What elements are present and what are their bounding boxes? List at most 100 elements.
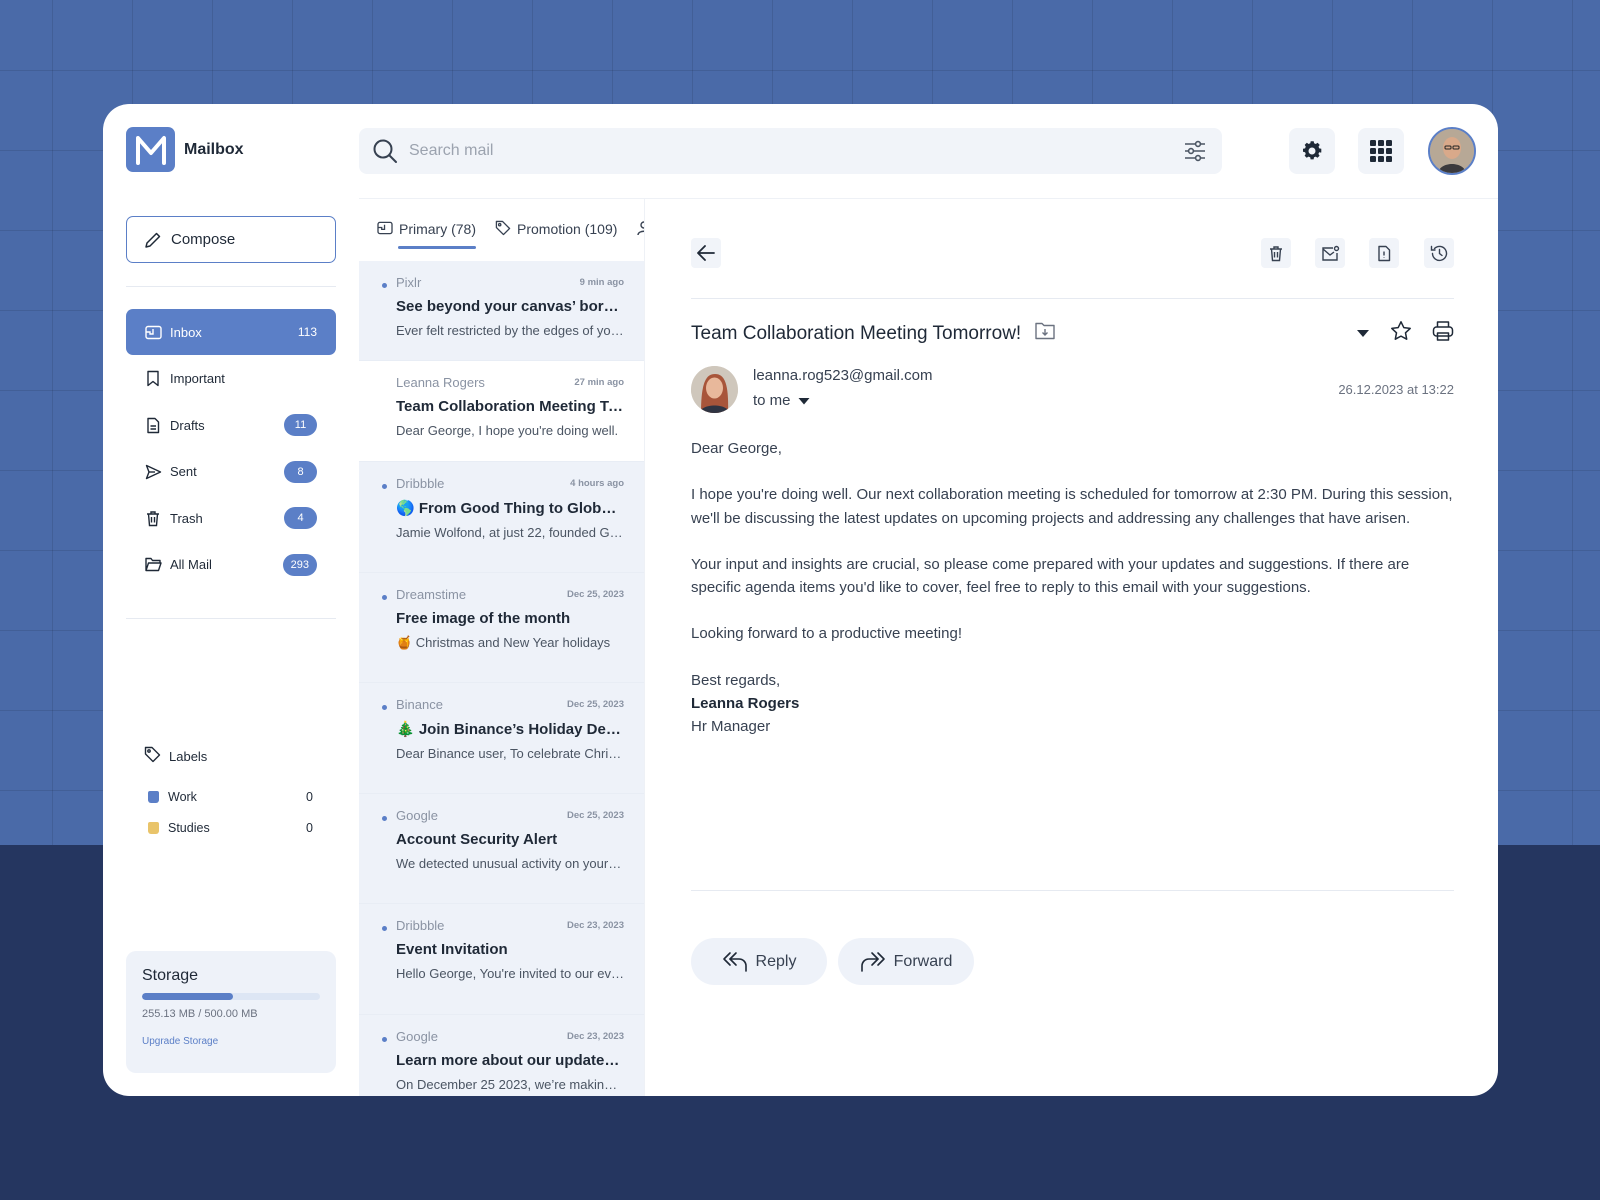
email-date: 26.12.2023 at 13:22: [1338, 382, 1454, 397]
star-button[interactable]: [1390, 320, 1412, 347]
signature-name: Leanna Rogers: [691, 695, 800, 713]
sidebar-item-label: Trash: [170, 510, 203, 526]
apps-grid-icon: [1370, 140, 1392, 162]
history-icon: [1430, 245, 1447, 261]
sidebar-item-drafts[interactable]: Drafts 11: [126, 402, 336, 448]
sidebar-item-label: All Mail: [170, 557, 212, 572]
tab-label: Promotion (109): [517, 221, 618, 237]
sidebar-item-trash[interactable]: Trash 4: [126, 495, 336, 541]
list-item[interactable]: Dreamstime Dec 25, 2023 Free image of the…: [359, 572, 644, 683]
labels-section: Labels Work 0 Studies 0: [126, 744, 336, 843]
label-item-work[interactable]: Work 0: [126, 781, 336, 812]
sidebar-item-important[interactable]: Important: [126, 356, 336, 402]
tab-primary[interactable]: Primary (78): [377, 218, 477, 249]
mail-sender: Dribbble: [396, 476, 445, 491]
filter-sliders-icon[interactable]: [1183, 139, 1207, 168]
file-alert-icon: [1378, 245, 1391, 261]
mail-subject: 🌎 From Good Thing to Global Brand: [396, 500, 624, 517]
mail-sender: Dreamstime: [396, 586, 467, 602]
bookmark-icon: [144, 370, 162, 388]
trash-icon: [144, 509, 162, 527]
unread-dot: [382, 594, 387, 600]
sidebar-divider: [126, 286, 336, 287]
storage-usage: 255.13 MB / 500.00 MB: [142, 1008, 258, 1020]
tab-promotion[interactable]: Promotion (109): [495, 218, 617, 240]
list-item[interactable]: Dribbble Dec 23, 2023 Event Invitation He…: [359, 904, 644, 1015]
trash-count-badge: 4: [284, 507, 317, 529]
email-list: Primary (78) Promotion (109) Pixlr 9 min …: [359, 199, 645, 1096]
sidebar-item-sent[interactable]: Sent 8: [126, 449, 336, 495]
mail-time: 9 min ago: [579, 277, 624, 288]
settings-button[interactable]: [1289, 128, 1335, 174]
back-button[interactable]: [691, 238, 721, 268]
mail-subject: Team Collaboration Meeting Tomorrow!: [396, 398, 624, 415]
list-item[interactable]: Binance Dec 25, 2023 🎄 Join Binance’s Hol…: [359, 683, 644, 794]
label-name: Studies: [168, 820, 210, 835]
printer-icon: [1432, 321, 1454, 341]
document-icon: [144, 416, 162, 434]
mail-sender: Binance: [396, 697, 443, 712]
list-item[interactable]: Google Dec 23, 2023 Learn more about our …: [359, 1014, 644, 1096]
apps-grid-button[interactable]: [1358, 128, 1404, 174]
snooze-button[interactable]: [1424, 238, 1454, 268]
mail-subject: Account Security Alert: [396, 830, 558, 848]
mail-time: Dec 25, 2023: [566, 699, 624, 710]
label-item-studies[interactable]: Studies 0: [126, 812, 336, 843]
mail-time: Dec 23, 2023: [566, 920, 624, 931]
sender-avatar-picture: [691, 366, 738, 413]
delete-button[interactable]: [1261, 238, 1291, 268]
list-item-selected[interactable]: Leanna Rogers 27 min ago Team Collaborati…: [359, 361, 644, 462]
app-name: Mailbox: [184, 140, 244, 158]
mail-preview: Ever felt restricted by the edges of you…: [396, 323, 624, 338]
mark-unread-button[interactable]: [1315, 238, 1345, 268]
label-name: Work: [168, 789, 197, 804]
mail-preview: Dear Binance user, To celebrate Christma…: [396, 746, 624, 761]
recipient-dropdown[interactable]: to me: [753, 392, 810, 409]
search-input[interactable]: [409, 128, 1149, 174]
tab-label: Primary (78): [399, 221, 477, 237]
reader-toolbar: [691, 231, 1454, 275]
mail-preview: Dear George, I hope you're doing well.: [396, 423, 619, 438]
more-options-dropdown[interactable]: [1356, 325, 1370, 343]
compose-button[interactable]: Compose: [126, 216, 336, 263]
unread-dot: [382, 926, 387, 931]
label-count: 0: [306, 789, 313, 804]
mail-sender: Pixlr: [396, 275, 422, 290]
gear-icon: [1303, 141, 1322, 160]
upgrade-storage-link[interactable]: Upgrade Storage: [142, 1036, 218, 1047]
pencil-icon: [145, 232, 161, 248]
list-item[interactable]: Pixlr 9 min ago See beyond your canvas’ b…: [359, 261, 644, 361]
reply-all-icon: [722, 951, 747, 972]
email-closing: Best regards,: [691, 671, 781, 689]
search-bar: [359, 128, 1222, 174]
signature-title: Hr Manager: [691, 718, 771, 736]
mail-preview: We detected unusual activity on your acc…: [396, 855, 624, 871]
list-item[interactable]: Dribbble 4 hours ago 🌎 From Good Thing to…: [359, 462, 644, 573]
inbox-icon: [377, 221, 393, 238]
reply-button[interactable]: Reply: [691, 938, 827, 985]
sidebar-divider: [126, 618, 336, 619]
list-item[interactable]: Google Dec 25, 2023 Account Security Aler…: [359, 793, 644, 904]
drafts-count-badge: 11: [284, 414, 317, 436]
sidebar-item-inbox[interactable]: Inbox 113: [126, 309, 336, 355]
sent-count-badge: 8: [284, 460, 317, 483]
mail-subject: Learn more about our updated terms: [396, 1051, 624, 1069]
label-color-dot: [148, 790, 159, 803]
sender-email: leanna.rog523@gmail.com: [753, 367, 933, 384]
mail-subject: 🎄 Join Binance’s Holiday Deals: [396, 721, 624, 738]
tab-social[interactable]: [636, 218, 644, 240]
sidebar-item-all-mail[interactable]: All Mail 293: [126, 542, 336, 588]
caret-down-icon: [798, 397, 810, 404]
unread-dot: [382, 283, 387, 288]
forward-button[interactable]: Forward: [838, 938, 974, 985]
mail-sender: Google: [396, 807, 438, 823]
mail-preview: 🍯 Christmas and New Year holidays: [396, 634, 611, 650]
storage-title: Storage: [142, 967, 199, 984]
user-avatar[interactable]: [1428, 127, 1476, 175]
print-button[interactable]: [1432, 320, 1454, 347]
report-button[interactable]: [1369, 238, 1399, 268]
mail-subject: See beyond your canvas’ borders: [396, 298, 624, 315]
sidebar-item-label: Sent: [170, 464, 197, 479]
mail-tabs: Primary (78) Promotion (109): [359, 199, 644, 261]
move-to-folder-icon[interactable]: [1035, 322, 1055, 346]
